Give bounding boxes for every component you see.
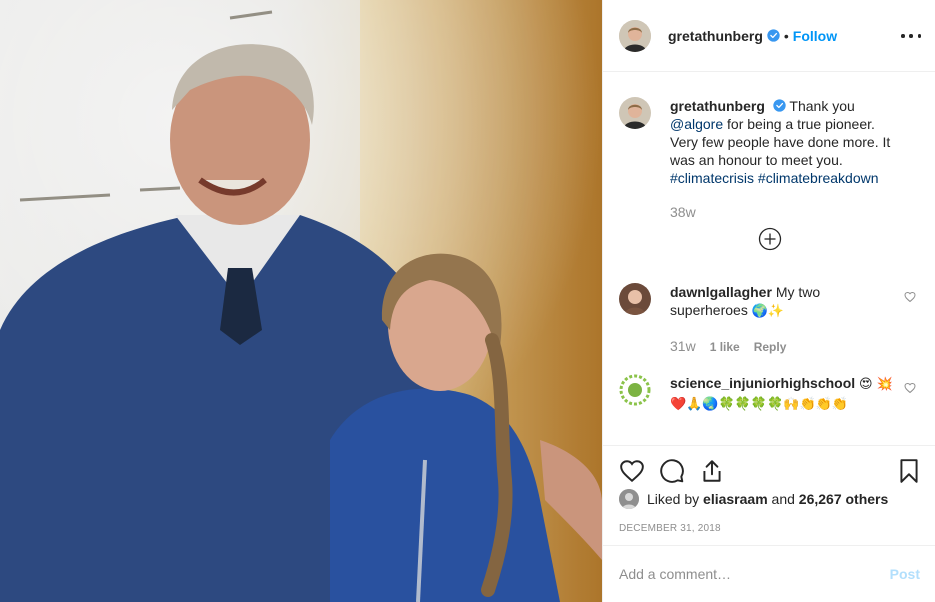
comment-icon[interactable] <box>659 458 685 484</box>
author-username[interactable]: gretathunberg <box>668 28 763 44</box>
mention-link[interactable]: @algore <box>670 116 723 132</box>
hashtag-link[interactable]: #climatecrisis <box>670 170 754 186</box>
comment-likes[interactable]: 1 like <box>710 340 740 354</box>
liked-by: Liked by eliasraam and 26,267 others <box>619 489 888 509</box>
comment-item: science_injuniorhighschool 😍 💥❤️🙏🌏🍀🍀🍀🍀🙌👏… <box>619 374 920 414</box>
likes-count[interactable]: 26,267 others <box>799 491 889 507</box>
header-separator: • <box>783 27 789 44</box>
liked-by-mid: and <box>771 491 795 507</box>
post-comment-button[interactable]: Post <box>890 566 920 582</box>
post-sidebar: gretathunberg • Follow gretathunberg Tha… <box>602 0 935 602</box>
comment-age[interactable]: 31w <box>670 338 696 354</box>
load-more-comments-icon[interactable] <box>758 227 782 251</box>
liked-by-prefix: Liked by <box>647 491 700 507</box>
verified-badge-icon <box>773 99 786 112</box>
author-avatar[interactable] <box>619 19 651 52</box>
photo-illustration <box>0 0 602 602</box>
follow-button[interactable]: Follow <box>793 28 837 44</box>
add-comment-input[interactable] <box>619 566 890 582</box>
comment-like-heart-icon[interactable] <box>904 291 916 303</box>
post-date[interactable]: December 31, 2018 <box>619 523 721 534</box>
reply-button[interactable]: Reply <box>754 340 787 354</box>
caption-avatar[interactable] <box>619 97 651 129</box>
comment-username[interactable]: dawnlgallagher <box>670 284 772 300</box>
comment-emoji: 🌍✨ <box>751 304 785 319</box>
instagram-post: gretathunberg • Follow gretathunberg Tha… <box>0 0 935 602</box>
comment-meta: 31w 1 like Reply <box>670 337 900 356</box>
liked-by-user[interactable]: eliasraam <box>703 491 768 507</box>
caption-age[interactable]: 38w <box>670 203 900 221</box>
verified-badge-icon <box>767 29 780 42</box>
comment-item: dawnlgallagher My two superheroes 🌍✨ 31w… <box>619 283 920 356</box>
liker-avatar[interactable] <box>619 489 639 509</box>
more-options-icon[interactable] <box>901 26 921 46</box>
comment-username[interactable]: science_injuniorhighschool <box>670 375 855 391</box>
bookmark-icon[interactable] <box>896 458 922 484</box>
heart-icon[interactable] <box>619 458 645 484</box>
caption: gretathunberg Thank you @algore for bein… <box>619 97 900 221</box>
share-icon[interactable] <box>699 458 725 484</box>
post-header: gretathunberg • Follow <box>603 0 935 72</box>
post-photo[interactable] <box>0 0 602 602</box>
comment-like-heart-icon[interactable] <box>904 382 916 394</box>
caption-username[interactable]: gretathunberg <box>670 98 765 114</box>
comment-emoji: 😍 <box>859 377 873 392</box>
comments-list: gretathunberg Thank you @algore for bein… <box>603 73 935 445</box>
caption-text-1: Thank you <box>789 98 855 114</box>
add-comment-bar: Post <box>603 545 935 602</box>
commenter-avatar[interactable] <box>619 374 651 406</box>
hashtag-link[interactable]: #climatebreakdown <box>758 170 879 186</box>
commenter-avatar[interactable] <box>619 283 651 315</box>
